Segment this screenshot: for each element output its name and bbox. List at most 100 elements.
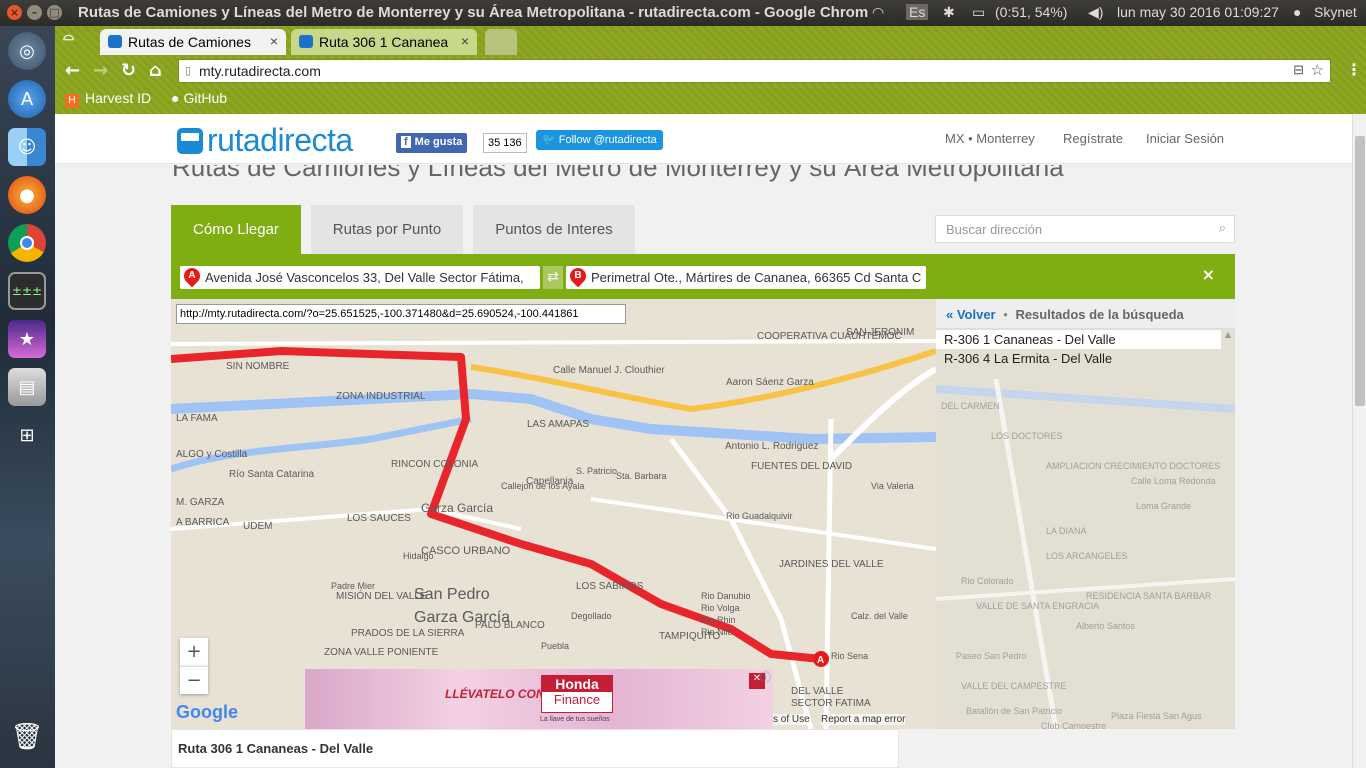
side-map-label: RESIDENCIA SANTA BARBAR <box>1086 591 1212 601</box>
map-label: Rio Sena <box>831 651 868 661</box>
tab-ruta-306[interactable]: Ruta 306 1 Cananea × <box>291 29 477 55</box>
address-bar[interactable]: ▯ mty.rutadirecta.com ⊟ ☆ <box>178 59 1331 83</box>
wifi-icon[interactable]: ◠ <box>872 4 884 21</box>
close-window-button[interactable]: × <box>7 5 22 20</box>
close-route-icon[interactable]: × <box>1202 265 1215 284</box>
route-map[interactable]: A SIN NOMBRE COOPERATIVA CUAUHTÉMOC SAN JE… <box>171 299 936 729</box>
battery-icon[interactable]: ▭ <box>972 4 985 21</box>
map-label: S. Patricio <box>576 466 617 476</box>
disk-icon[interactable]: ▤ <box>8 368 46 406</box>
browser-chrome: ⌓ Rutas de Camiones × Ruta 306 1 Cananea… <box>55 26 1366 114</box>
side-map-label: VALLE DE SANTA ENGRACIA <box>976 601 1099 611</box>
map-label: Callejon de los Ayala <box>501 481 584 491</box>
map-label: ZONA INDUSTRIAL <box>336 391 426 402</box>
facebook-like-button[interactable]: f Me gusta <box>396 133 468 153</box>
forward-icon[interactable]: → <box>93 60 108 81</box>
bluetooth-icon[interactable]: ✱ <box>943 4 955 21</box>
map-label: SECTOR FATIMA <box>791 698 871 709</box>
back-icon[interactable]: ← <box>65 60 80 81</box>
home-icon[interactable]: ⌂ <box>149 60 162 81</box>
app-store-icon[interactable]: A <box>8 80 46 118</box>
back-link[interactable]: « Volver <box>946 307 996 322</box>
chrome-icon[interactable] <box>8 224 46 262</box>
bookmark-star-icon[interactable]: ☆ <box>1311 61 1324 79</box>
search-icon[interactable]: ⌕ <box>1219 220 1226 236</box>
map-label: LOS SAUCES <box>347 513 411 524</box>
marker-a-icon: A <box>180 266 204 288</box>
terminal-icon[interactable]: ±±± <box>8 272 46 310</box>
side-map-label: Club Campestre <box>1041 721 1106 729</box>
twitter-icon: 🐦 <box>542 134 559 146</box>
map-label: LOS SABINOS <box>576 581 644 592</box>
keyboard-indicator[interactable]: Es <box>906 4 929 20</box>
new-tab-button[interactable] <box>485 29 517 55</box>
volume-icon[interactable]: ◀) <box>1088 4 1103 21</box>
clock[interactable]: lun may 30 2016 01:09:27 <box>1117 4 1279 20</box>
register-link[interactable]: Regístrate <box>1063 131 1123 146</box>
bus-favicon-icon <box>299 35 313 48</box>
bus-favicon-icon <box>108 35 122 48</box>
site-logo[interactable]: rutadirecta <box>177 122 353 159</box>
result-item[interactable]: R-306 4 La Ermita - Del Valle <box>936 349 1221 368</box>
firefox-icon[interactable]: ● <box>8 176 46 214</box>
close-tab-icon[interactable]: × <box>461 33 469 49</box>
marker-b-icon: B <box>566 266 590 288</box>
zoom-out-button[interactable]: − <box>180 666 208 694</box>
tab-como-llegar[interactable]: Cómo Llegar <box>171 205 301 254</box>
map-label: Río Santa Catarina <box>229 469 314 480</box>
ad-info-icon[interactable]: ⓘ <box>760 669 771 685</box>
bookmark-harvest[interactable]: H Harvest ID <box>65 90 151 108</box>
page-scrollbar[interactable] <box>1352 114 1366 768</box>
ad-banner[interactable]: LLÉVATELO CON Honda Finance La llave de … <box>305 669 773 729</box>
report-map-error-link[interactable]: Report a map error <box>821 714 906 725</box>
map-label: CASCO URBANO <box>421 545 511 557</box>
scrollbar-thumb[interactable] <box>1355 136 1365 406</box>
swap-button[interactable]: ⇄ <box>543 266 563 289</box>
map-canvas[interactable]: A SIN NOMBRECOOPERATIVA CUAUHTÉMOCSAN JE… <box>171 299 936 729</box>
maximize-window-button[interactable]: □ <box>47 5 62 20</box>
map-label: Calle Manuel J. Clouthier <box>553 365 665 376</box>
translate-icon[interactable]: ⊟ <box>1293 62 1304 78</box>
login-link[interactable]: Iniciar Sesión <box>1146 131 1224 146</box>
tab-rutas-por-punto[interactable]: Rutas por Punto <box>311 205 463 254</box>
search-input[interactable]: Buscar dirección ⌕ <box>935 215 1235 243</box>
results-scrollbar[interactable]: ▲ <box>1221 330 1235 710</box>
ad-text: LLÉVATELO CON <box>445 687 545 701</box>
finder-icon[interactable]: ☺ <box>8 128 46 166</box>
battery-status[interactable]: (0:51, 54%) <box>995 4 1067 20</box>
map-label: DEL VALLE <box>791 686 844 697</box>
workspace-icon[interactable]: ⊞ <box>8 416 46 454</box>
wallpaper-icon[interactable]: ★ <box>8 320 46 358</box>
terms-link[interactable]: s of Use <box>773 714 810 725</box>
side-map-label: Rio Colorado <box>961 576 1014 586</box>
ubuntu-icon[interactable]: ◎ <box>8 32 46 70</box>
map-label: Sta. Barbara <box>616 471 667 481</box>
user-name[interactable]: Skynet <box>1314 4 1357 20</box>
tab-rutas-de-camiones[interactable]: Rutas de Camiones × <box>100 29 286 55</box>
page-icon: ▯ <box>185 65 192 77</box>
bookmark-github[interactable]: ● GitHub <box>171 90 227 106</box>
zoom-in-button[interactable]: + <box>180 638 208 666</box>
minimize-window-button[interactable]: – <box>27 5 42 20</box>
site-header: rutadirecta f Me gusta 35 136 🐦 Follow @r… <box>55 114 1352 164</box>
map-label: Degollado <box>571 611 612 621</box>
twitter-follow-button[interactable]: 🐦 Follow @rutadirecta <box>536 130 663 150</box>
map-url-box[interactable]: http://mty.rutadirecta.com/?o=25.651525,… <box>176 304 626 324</box>
origin-input[interactable]: A Avenida José Vasconcelos 33, Del Valle… <box>180 266 540 289</box>
close-tab-icon[interactable]: × <box>270 33 278 49</box>
reload-icon[interactable]: ↻ <box>121 60 136 81</box>
map-label: Antonio L. Rodriguez <box>725 441 818 452</box>
apple-icon[interactable]: ● <box>1293 4 1301 20</box>
menu-icon[interactable]: ⋮ <box>1346 60 1362 79</box>
side-map-label: Alberto Santos <box>1076 621 1136 631</box>
side-map-label: DEL CARMEN <box>941 401 1000 411</box>
map-label: PALO BLANCO <box>475 620 545 631</box>
side-map-label: AMPLIACION CRECIMIENTO DOCTORES <box>1046 461 1220 471</box>
destination-input[interactable]: B Perimetral Ote., Mártires de Cananea, … <box>566 266 926 289</box>
region-selector[interactable]: MX • Monterrey <box>945 131 1035 146</box>
trash-icon[interactable]: 🗑 <box>8 718 46 756</box>
tab-label: Ruta 306 1 Cananea <box>319 34 449 50</box>
tab-puntos-de-interes[interactable]: Puntos de Interes <box>473 205 635 254</box>
map-label: A BARRICA <box>176 517 230 528</box>
result-item[interactable]: R-306 1 Cananeas - Del Valle <box>936 330 1221 349</box>
